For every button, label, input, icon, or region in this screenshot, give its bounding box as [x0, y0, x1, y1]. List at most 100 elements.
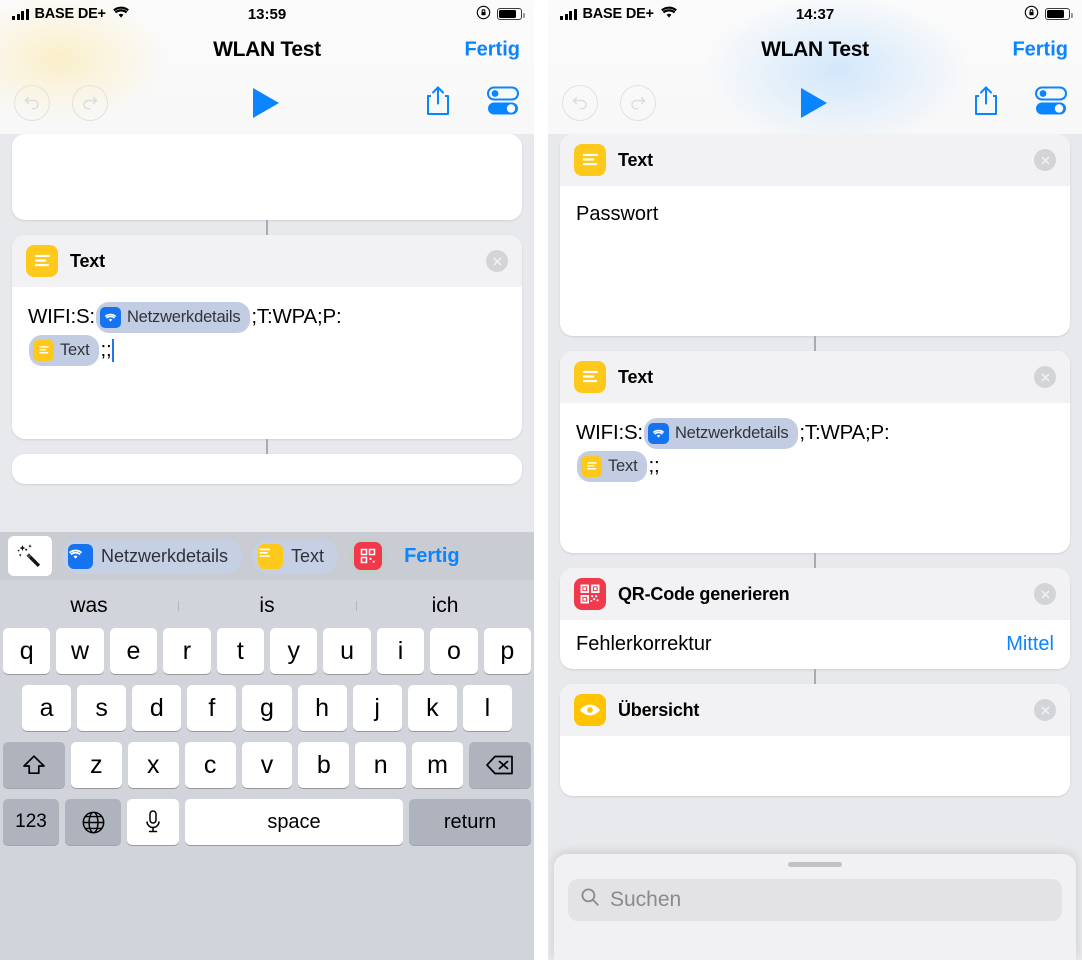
shift-key[interactable] — [3, 742, 65, 788]
share-button[interactable] — [424, 85, 452, 122]
overview-card[interactable]: Übersicht — [560, 684, 1070, 796]
close-icon[interactable] — [1034, 583, 1056, 605]
key-j[interactable]: j — [352, 685, 402, 731]
signal-strength-icon — [560, 8, 577, 20]
key-q[interactable]: q — [2, 628, 51, 674]
key-a[interactable]: a — [22, 685, 72, 731]
prediction-2[interactable]: ich — [356, 594, 534, 618]
close-icon[interactable] — [486, 250, 508, 272]
partial-card-top[interactable] — [12, 134, 522, 220]
text-action-card-body[interactable]: WIFI:S: Netzwerkdetails ;T:WPA;P: Text;; — [12, 287, 522, 439]
close-icon[interactable] — [1034, 699, 1056, 721]
key-i[interactable]: i — [376, 628, 425, 674]
key-p[interactable]: p — [483, 628, 532, 674]
prediction-0[interactable]: was — [0, 594, 178, 618]
key-o[interactable]: o — [430, 628, 478, 674]
text-action-icon — [574, 361, 606, 393]
backspace-icon — [486, 755, 513, 775]
key-k[interactable]: k — [407, 685, 457, 731]
search-input[interactable]: Suchen — [568, 879, 1062, 921]
text-action-card[interactable]: Text WIFI:S: Netzwerkdetails ;T:WPA;P: Tex… — [12, 235, 522, 439]
numbers-key[interactable]: 123 — [3, 799, 59, 845]
suggestion-chip-network-details[interactable]: Netzwerkdetails — [62, 538, 243, 574]
error-correction-row[interactable]: Fehlerkorrektur Mittel — [560, 620, 1070, 669]
globe-key[interactable] — [65, 799, 121, 845]
key-d[interactable]: d — [132, 685, 182, 731]
qr-suggestion-button[interactable] — [348, 536, 389, 576]
wifi-string-line: WIFI:S: Netzwerkdetails ;T:WPA;P: — [28, 301, 506, 334]
toggles-icon — [487, 86, 519, 114]
prediction-1[interactable]: is — [178, 594, 356, 618]
keyboard-row-1: q w e r t y u i o p — [0, 628, 534, 674]
right-navbar: WLAN Test Fertig — [548, 28, 1082, 72]
redo-icon — [631, 96, 646, 110]
qr-generate-card[interactable]: QR-Code generieren Fehlerkorrektur Mitte… — [560, 568, 1070, 669]
key-l[interactable]: l — [462, 685, 512, 731]
token-text-variable[interactable]: Text — [577, 451, 648, 482]
wifi-card-body[interactable]: WIFI:S: Netzwerkdetails ;T:WPA;P: Text;; — [560, 403, 1070, 553]
key-g[interactable]: g — [242, 685, 292, 731]
play-button[interactable] — [801, 88, 827, 118]
key-s[interactable]: s — [77, 685, 127, 731]
undo-button[interactable] — [14, 85, 50, 121]
password-text-card[interactable]: Text Passwort — [560, 134, 1070, 336]
action-search-sheet[interactable]: Suchen — [554, 854, 1076, 960]
settings-toggles-button[interactable] — [486, 85, 520, 122]
return-key[interactable]: return — [409, 799, 531, 845]
key-b[interactable]: b — [298, 742, 350, 788]
magic-wand-button[interactable] — [8, 536, 52, 576]
done-button[interactable]: Fertig — [464, 39, 520, 62]
text-token-icon — [581, 455, 602, 477]
play-icon — [801, 88, 827, 118]
qr-code-icon — [354, 542, 383, 570]
token-network-details[interactable]: Netzwerkdetails — [643, 418, 799, 449]
key-h[interactable]: h — [297, 685, 347, 731]
backspace-key[interactable] — [469, 742, 532, 788]
error-correction-value[interactable]: Mittel — [1006, 633, 1054, 656]
share-icon — [427, 85, 449, 115]
wifi-card-header: Text — [560, 351, 1070, 403]
redo-button[interactable] — [72, 85, 108, 121]
card-title: Übersicht — [618, 699, 700, 720]
redo-button[interactable] — [620, 85, 656, 121]
key-e[interactable]: e — [109, 628, 158, 674]
key-m[interactable]: m — [412, 742, 464, 788]
key-z[interactable]: z — [71, 742, 122, 788]
dictation-key[interactable] — [127, 799, 179, 845]
undo-button[interactable] — [562, 85, 598, 121]
wifi-suffix: ;; — [100, 337, 112, 361]
key-v[interactable]: v — [241, 742, 293, 788]
done-button[interactable]: Fertig — [1012, 39, 1068, 62]
keyboard-row-3: z x c v b n m — [0, 742, 534, 788]
keyboard-row-2: a s d f g h j k l — [0, 685, 534, 731]
key-y[interactable]: y — [270, 628, 318, 674]
key-f[interactable]: f — [187, 685, 237, 731]
space-key[interactable]: space — [185, 799, 403, 845]
key-w[interactable]: w — [56, 628, 104, 674]
key-r[interactable]: r — [163, 628, 211, 674]
password-card-body[interactable]: Passwort — [560, 186, 1070, 336]
redo-icon — [83, 96, 98, 110]
close-icon[interactable] — [1034, 149, 1056, 171]
suggestion-chip-text[interactable]: Text — [252, 538, 339, 574]
share-button[interactable] — [972, 85, 1000, 122]
wifi-text-card[interactable]: Text WIFI:S: Netzwerkdetails ;T:WPA;P: Tex… — [560, 351, 1070, 553]
key-x[interactable]: x — [127, 742, 179, 788]
key-u[interactable]: u — [323, 628, 371, 674]
key-n[interactable]: n — [355, 742, 407, 788]
close-icon[interactable] — [1034, 366, 1056, 388]
token-label: Netzwerkdetails — [126, 308, 241, 327]
play-button[interactable] — [253, 88, 279, 118]
token-network-details[interactable]: Netzwerkdetails — [95, 302, 251, 333]
settings-toggles-button[interactable] — [1034, 85, 1068, 122]
text-token-icon — [33, 339, 54, 361]
partial-card-bottom[interactable] — [12, 454, 522, 484]
key-c[interactable]: c — [184, 742, 236, 788]
keyboard-done-button[interactable]: Fertig — [404, 545, 460, 568]
right-shortcut-canvas[interactable]: Text Passwort Text WIFI:S: Netzwerkdetai… — [548, 134, 1082, 960]
token-text-variable[interactable]: Text — [29, 335, 100, 366]
carrier-label: BASE DE+ — [582, 6, 655, 22]
key-t[interactable]: t — [216, 628, 264, 674]
sheet-grabber[interactable] — [788, 862, 842, 867]
battery-icon — [497, 8, 525, 20]
